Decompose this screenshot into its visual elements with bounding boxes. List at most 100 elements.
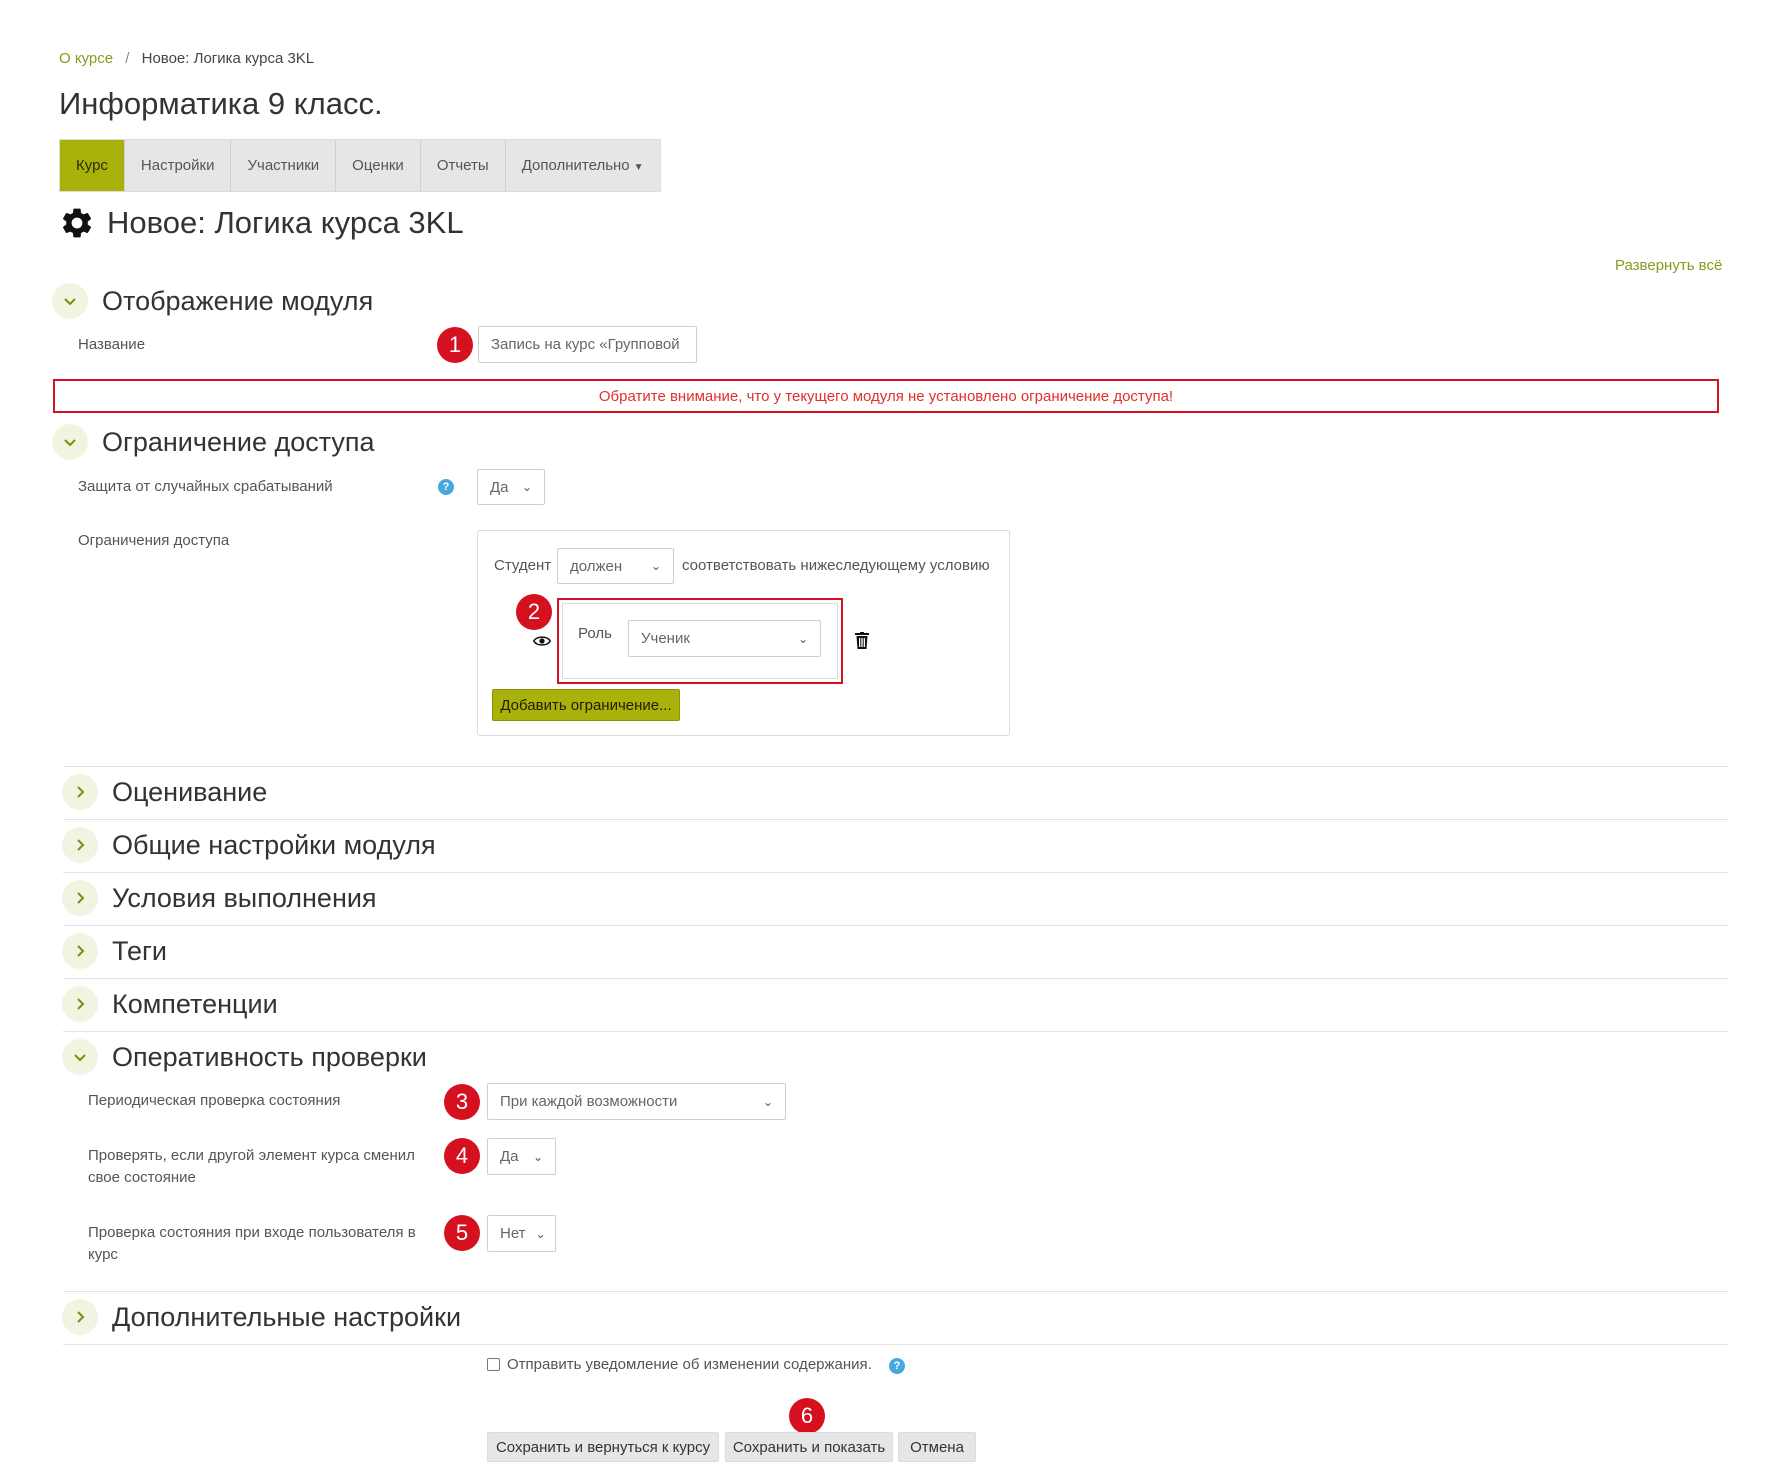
section-divider — [63, 1344, 1728, 1345]
student-label: Студент — [494, 557, 552, 574]
chevron-down-icon: ⌄ — [532, 1149, 543, 1164]
notify-checkbox[interactable] — [487, 1358, 500, 1371]
section-title: Оперативность проверки — [112, 1041, 427, 1072]
add-restriction-button[interactable]: Добавить ограничение... — [492, 689, 680, 721]
chevron-down-icon: ⌄ — [521, 480, 532, 494]
other-change-label-line2: свое состояние — [88, 1169, 196, 1186]
help-icon[interactable]: ? — [438, 479, 454, 495]
section-title: Отображение модуля — [102, 285, 374, 316]
chevron-right-icon — [62, 986, 98, 1022]
other-change-select[interactable]: Да ⌄ — [487, 1138, 556, 1175]
section-tags[interactable]: Теги — [62, 933, 167, 969]
chevron-down-icon: ⌄ — [650, 559, 661, 573]
section-title: Теги — [112, 935, 167, 966]
name-input[interactable]: Запись на курс «Групповой — [478, 326, 697, 363]
course-title: Информатика 9 класс. — [59, 86, 383, 121]
breadcrumb-link-course[interactable]: О курсе — [59, 50, 113, 67]
section-divider — [63, 978, 1728, 979]
tab-course[interactable]: Курс — [60, 140, 125, 191]
protection-label: Защита от случайных срабатываний — [78, 478, 333, 495]
gear-icon — [62, 208, 92, 238]
login-check-select[interactable]: Нет ⌄ — [487, 1215, 556, 1252]
section-title: Оценивание — [112, 776, 268, 807]
breadcrumb-separator: / — [125, 50, 130, 67]
role-select-value: Ученик — [641, 630, 690, 647]
must-select[interactable]: должен ⌄ — [557, 548, 674, 584]
marker-badge-3: 3 — [444, 1084, 480, 1120]
chevron-down-icon — [52, 283, 88, 319]
section-divider — [63, 925, 1728, 926]
marker-badge-6: 6 — [789, 1398, 825, 1434]
other-change-label-line1: Проверять, если другой элемент курса сме… — [88, 1147, 415, 1164]
chevron-down-icon: ⌄ — [762, 1094, 773, 1109]
expand-all-link[interactable]: Развернуть всё — [1615, 257, 1722, 274]
section-common-module-settings[interactable]: Общие настройки модуля — [62, 827, 436, 863]
tab-settings[interactable]: Настройки — [125, 140, 232, 191]
login-check-label-line2: курс — [88, 1246, 118, 1263]
marker-badge-2: 2 — [516, 594, 552, 630]
section-completion-conditions[interactable]: Условия выполнения — [62, 880, 377, 916]
chevron-right-icon — [62, 880, 98, 916]
role-label: Роль — [578, 625, 612, 642]
section-title: Условия выполнения — [112, 882, 377, 913]
login-check-value: Нет — [500, 1225, 526, 1242]
section-divider — [63, 766, 1728, 767]
breadcrumb: О курсе / Новое: Логика курса 3KL — [59, 50, 314, 67]
periodic-check-select[interactable]: При каждой возможности ⌄ — [487, 1083, 786, 1120]
must-select-value: должен — [570, 557, 623, 575]
other-change-value: Да — [500, 1148, 519, 1165]
periodic-check-label: Периодическая проверка состояния — [88, 1092, 341, 1109]
restrictions-label: Ограничения доступа — [78, 532, 230, 549]
page-title-text: Новое: Логика курса 3KL — [107, 205, 464, 240]
chevron-down-icon — [62, 1039, 98, 1075]
section-divider — [63, 1291, 1728, 1292]
eye-icon[interactable] — [533, 632, 551, 650]
marker-badge-4: 4 — [444, 1138, 480, 1174]
name-label: Название — [78, 336, 146, 353]
save-show-button[interactable]: Сохранить и показать — [725, 1432, 893, 1462]
section-title: Общие настройки модуля — [112, 829, 436, 860]
tab-more-label: Дополнительно — [521, 157, 630, 174]
section-competencies[interactable]: Компетенции — [62, 986, 278, 1022]
section-title: Компетенции — [112, 988, 278, 1019]
page-title: Новое: Логика курса 3KL — [59, 205, 464, 241]
periodic-check-value: При каждой возможности — [500, 1093, 678, 1110]
breadcrumb-current: Новое: Логика курса 3KL — [141, 50, 315, 67]
role-select[interactable]: Ученик ⌄ — [628, 620, 821, 657]
course-nav-tabs: Курс Настройки Участники Оценки Отчеты Д… — [59, 139, 661, 192]
section-check-speed[interactable]: Оперативность проверки — [62, 1039, 427, 1075]
other-change-label: Проверять, если другой элемент курса сме… — [88, 1145, 415, 1189]
section-title: Дополнительные настройки — [112, 1301, 462, 1332]
section-divider — [63, 872, 1728, 873]
chevron-down-icon: ▼ — [633, 162, 644, 173]
tab-reports[interactable]: Отчеты — [421, 140, 506, 191]
condition-text: соответствовать нижеследующему условию — [682, 557, 990, 574]
tab-grades[interactable]: Оценки — [336, 140, 421, 191]
section-divider — [63, 819, 1728, 820]
login-check-label: Проверка состояния при входе пользовател… — [88, 1222, 416, 1266]
section-grading[interactable]: Оценивание — [62, 774, 267, 810]
section-title: Ограничение доступа — [102, 426, 375, 457]
protection-select-value: Да — [490, 478, 509, 496]
notify-label: Отправить уведомление об изменении содер… — [507, 1356, 872, 1373]
section-access-restrictions[interactable]: Ограничение доступа — [52, 424, 375, 460]
trash-icon[interactable] — [855, 632, 869, 649]
save-return-button[interactable]: Сохранить и вернуться к курсу — [487, 1432, 719, 1462]
cancel-button[interactable]: Отмена — [898, 1432, 976, 1462]
chevron-down-icon: ⌄ — [797, 631, 808, 646]
section-extra-settings[interactable]: Дополнительные настройки — [62, 1299, 461, 1335]
chevron-right-icon — [62, 774, 98, 810]
chevron-right-icon — [62, 933, 98, 969]
tab-participants[interactable]: Участники — [231, 140, 337, 191]
login-check-label-line1: Проверка состояния при входе пользовател… — [88, 1224, 416, 1241]
protection-select[interactable]: Да ⌄ — [477, 469, 545, 505]
tab-more[interactable]: Дополнительно ▼ — [506, 140, 660, 191]
marker-badge-5: 5 — [444, 1215, 480, 1251]
chevron-down-icon: ⌄ — [535, 1226, 546, 1241]
access-warning-alert: Обратите внимание, что у текущего модуля… — [53, 379, 1719, 413]
chevron-right-icon — [62, 1299, 98, 1335]
help-icon[interactable]: ? — [889, 1358, 905, 1374]
section-module-display[interactable]: Отображение модуля — [52, 283, 373, 319]
chevron-right-icon — [62, 827, 98, 863]
marker-badge-1: 1 — [437, 327, 473, 363]
